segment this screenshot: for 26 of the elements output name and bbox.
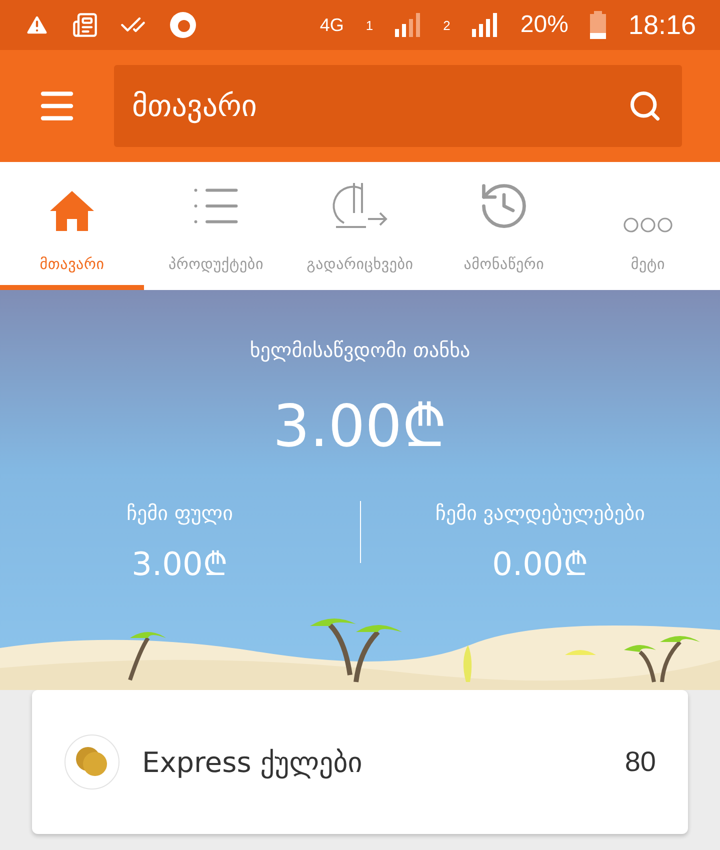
bonus-card[interactable]: Express ქულები 80: [32, 690, 688, 834]
signal-icon: [395, 13, 422, 37]
nav-tab[interactable]: პროდუქტები: [144, 162, 288, 290]
nav-tab[interactable]: გადარიცხვები: [288, 162, 432, 290]
network-type: 4G: [320, 14, 344, 36]
bonus-label: Express ქულები: [142, 746, 364, 778]
balance-label: ჩემი ფული: [126, 501, 233, 525]
bonus-points: 80: [624, 746, 656, 778]
nav-tab[interactable]: ამონაწერი: [432, 162, 576, 290]
balance-amount: 3.00₾: [272, 391, 448, 462]
search-field[interactable]: მთავარი: [114, 65, 682, 147]
balance-amount: 0.00₾: [492, 544, 588, 584]
nav-tab[interactable]: მეტი: [576, 162, 720, 290]
battery-percent: 20%: [520, 11, 568, 39]
coins-icon: [64, 734, 120, 790]
clock: 18:16: [628, 10, 696, 40]
more-icon: [623, 217, 673, 233]
home-icon: [48, 189, 96, 233]
balance-label: ჩემი ვალდებულებები: [436, 501, 645, 525]
balance-label: ხელმისაწვდომი თანხა: [250, 338, 470, 362]
signal-icon: [472, 13, 498, 37]
battery-icon: [590, 11, 606, 39]
sim-label: 1: [366, 18, 374, 32]
search-icon[interactable]: [628, 89, 662, 123]
balance-amount: 3.00₾: [132, 544, 228, 584]
sim-label: 2: [443, 18, 450, 32]
